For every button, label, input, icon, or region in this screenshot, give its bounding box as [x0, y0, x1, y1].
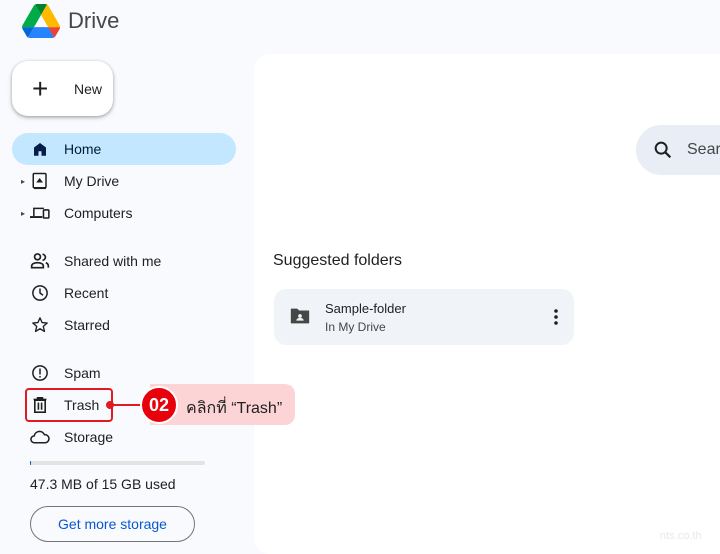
expand-arrow-icon[interactable]: ▸: [21, 177, 25, 186]
sidebar-item-shared-with-me[interactable]: Shared with me: [12, 245, 236, 277]
suggested-folders-heading: Suggested folders: [273, 252, 402, 269]
clock-icon: [30, 283, 50, 303]
storage-usage-bar: [30, 461, 205, 465]
callout-instruction: คลิกที่ “Trash”: [186, 400, 283, 417]
plus-icon: +: [32, 72, 49, 104]
search-bar[interactable]: Sear: [636, 125, 720, 175]
cloud-icon: [30, 427, 50, 447]
watermark: nts.co.th: [660, 530, 702, 542]
callout-dot: [106, 401, 114, 409]
sidebar-item-label: Spam: [64, 365, 101, 381]
more-options-icon[interactable]: [548, 305, 564, 329]
people-icon: [30, 251, 50, 271]
sidebar-item-storage[interactable]: Storage: [12, 421, 236, 453]
new-button[interactable]: + New: [12, 61, 113, 116]
sidebar-item-label: Shared with me: [64, 253, 162, 269]
storage-usage-text: 47.3 MB of 15 GB used: [30, 476, 176, 492]
star-icon: [30, 315, 50, 335]
sidebar-item-home[interactable]: Home: [12, 133, 236, 165]
sidebar-item-label: Computers: [64, 205, 133, 221]
search-input[interactable]: Sear: [687, 141, 720, 159]
folder-name: Sample-folder: [325, 301, 406, 316]
sidebar-item-label: Storage: [64, 429, 114, 445]
computers-icon: [30, 203, 50, 223]
sidebar-item-my-drive[interactable]: ▸ My Drive: [12, 165, 236, 197]
drive-logo[interactable]: Drive: [22, 4, 119, 38]
spam-icon: [30, 363, 50, 383]
my-drive-icon: [30, 171, 50, 191]
new-button-label: New: [74, 80, 103, 97]
home-icon: [30, 139, 50, 159]
folder-card[interactable]: Sample-folder In My Drive: [274, 289, 574, 345]
expand-arrow-icon[interactable]: ▸: [21, 209, 25, 218]
shared-folder-icon: [289, 306, 311, 331]
trash-highlight-box: [25, 388, 113, 422]
google-drive-logo-icon: [22, 4, 60, 38]
sidebar-item-label: Recent: [64, 285, 109, 301]
search-icon[interactable]: [652, 139, 674, 166]
sidebar-item-starred[interactable]: Starred: [12, 309, 236, 341]
get-more-storage-button[interactable]: Get more storage: [30, 506, 195, 542]
sidebar-item-recent[interactable]: Recent: [12, 277, 236, 309]
sidebar-item-label: Starred: [64, 317, 110, 333]
app-title: Drive: [68, 8, 120, 33]
sidebar-item-computers[interactable]: ▸ Computers: [12, 197, 236, 229]
sidebar-item-label: Home: [64, 141, 102, 157]
folder-location: In My Drive: [325, 320, 386, 334]
storage-usage-fill: [30, 461, 31, 465]
sidebar-item-label: My Drive: [64, 173, 120, 189]
step-number-badge: 02: [140, 386, 178, 424]
